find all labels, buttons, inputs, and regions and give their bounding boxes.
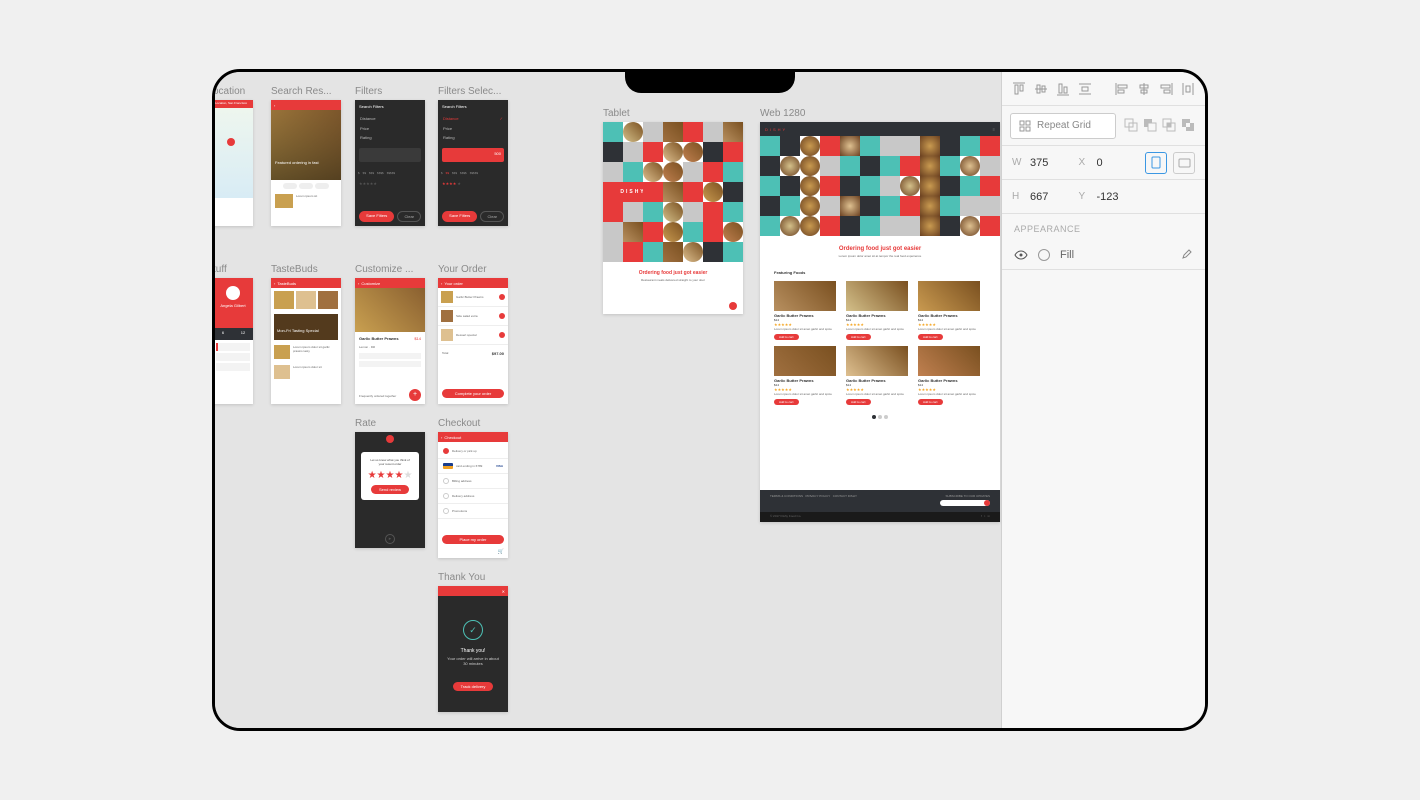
star-rating[interactable]: ★★★★★ xyxy=(367,470,413,481)
distribute-h-icon[interactable] xyxy=(1179,80,1197,98)
send-review-button[interactable]: Send review xyxy=(371,485,409,494)
artboard-label[interactable]: Filters Selec... xyxy=(438,86,508,97)
artboard-label[interactable]: Rate xyxy=(355,418,425,429)
eyedropper-icon[interactable] xyxy=(1179,248,1193,262)
align-left-icon[interactable] xyxy=(1113,80,1131,98)
design-canvas[interactable]: ocation Location, San Francisco Search R… xyxy=(215,72,1001,728)
align-bottom-icon[interactable] xyxy=(1054,80,1072,98)
artboard-label[interactable]: Tablet xyxy=(603,108,743,119)
check-icon: ✓ xyxy=(463,620,483,640)
category-pills xyxy=(271,180,341,192)
properties-panel: Repeat Grid W X H Y xyxy=(1001,72,1205,728)
artboard-label[interactable]: ocation xyxy=(215,86,253,97)
fab-icon[interactable] xyxy=(729,302,737,310)
track-delivery-button[interactable]: Track delivery xyxy=(453,682,494,691)
header-bar: ‹ xyxy=(271,100,341,110)
artboard-search-results[interactable]: Search Res... ‹ Featured ordering in fas… xyxy=(271,86,341,226)
clear-button[interactable]: Clear xyxy=(397,211,421,222)
portrait-toggle[interactable] xyxy=(1145,152,1167,174)
visibility-icon[interactable] xyxy=(1014,250,1028,260)
align-top-icon[interactable] xyxy=(1010,80,1028,98)
boolean-intersect-icon[interactable] xyxy=(1162,118,1178,134)
fill-radio[interactable] xyxy=(1038,249,1050,261)
location-bar: Location, San Francisco xyxy=(215,100,253,108)
height-input[interactable] xyxy=(1030,191,1073,203)
clear-button[interactable]: Clear xyxy=(480,211,504,222)
artboard-tablet[interactable]: Tablet DISHY Ordering food just got easi… xyxy=(603,108,743,314)
y-input[interactable] xyxy=(1097,191,1140,203)
artboard-tastebuds[interactable]: TasteBuds ‹TasteBuds Mon-Fri Tasting Spe… xyxy=(271,264,341,404)
artboard-customize[interactable]: Customize ... ‹Customize Garlic Butter P… xyxy=(355,264,425,404)
x-input[interactable] xyxy=(1097,157,1140,169)
place-order-button[interactable]: Place my order xyxy=(442,535,504,544)
artboard-location[interactable]: ocation Location, San Francisco xyxy=(215,86,253,226)
artboard-label[interactable]: Thank You xyxy=(438,572,508,583)
artboard-checkout[interactable]: Checkout ‹Checkout Delivery or pick upca… xyxy=(438,418,508,558)
grid-icon xyxy=(1019,120,1031,132)
x-label: X xyxy=(1079,157,1091,168)
artboard-label[interactable]: tuff xyxy=(215,264,253,275)
width-input[interactable] xyxy=(1030,157,1073,169)
hero-image: Featured ordering in fast xyxy=(271,110,341,180)
add-button[interactable]: + xyxy=(409,389,421,401)
artboard-label[interactable]: TasteBuds xyxy=(271,264,341,275)
artboard-label[interactable]: Search Res... xyxy=(271,86,341,97)
repeat-grid-button[interactable]: Repeat Grid xyxy=(1010,113,1116,139)
width-label: W xyxy=(1012,157,1024,168)
boolean-add-icon[interactable] xyxy=(1124,118,1140,134)
align-vcenter-icon[interactable] xyxy=(1032,80,1050,98)
distribute-v-icon[interactable] xyxy=(1076,80,1094,98)
artboard-stuff[interactable]: tuff Angela Gilbert 6 12 xyxy=(215,264,253,404)
artboard-label[interactable]: Checkout xyxy=(438,418,508,429)
y-label: Y xyxy=(1079,191,1091,202)
complete-order-button[interactable]: Complete your order xyxy=(442,389,504,398)
dish-image xyxy=(355,288,425,332)
artboard-label[interactable]: Web 1280 xyxy=(760,108,1000,119)
align-right-icon[interactable] xyxy=(1157,80,1175,98)
artboard-thank-you[interactable]: Thank You ✕ ✓ Thank you! Your order will… xyxy=(438,572,508,712)
artboard-web-1280[interactable]: Web 1280 DISHY≡ Ordering food just got e… xyxy=(760,108,1000,522)
save-filters-button[interactable]: Save Filters xyxy=(359,211,394,222)
landscape-toggle[interactable] xyxy=(1173,152,1195,174)
map-preview xyxy=(215,108,253,198)
device-notch xyxy=(625,69,795,93)
artboard-label[interactable]: Customize ... xyxy=(355,264,425,275)
artboard-label[interactable]: Filters xyxy=(355,86,425,97)
artboard-your-order[interactable]: Your Order ‹Your order Garlic Butter Pra… xyxy=(438,264,508,404)
artboard-filters[interactable]: Filters Search Filters Distance Price Ra… xyxy=(355,86,425,226)
artboard-filters-selected[interactable]: Filters Selec... Search Filters Distance… xyxy=(438,86,508,226)
boolean-exclude-icon[interactable] xyxy=(1181,118,1197,134)
align-hcenter-icon[interactable] xyxy=(1135,80,1153,98)
save-filters-button[interactable]: Save Filters xyxy=(442,211,477,222)
artboard-rate[interactable]: Rate Let us know what you think of your … xyxy=(355,418,425,548)
boolean-subtract-icon[interactable] xyxy=(1143,118,1159,134)
fill-label: Fill xyxy=(1060,249,1074,261)
cart-icon[interactable]: 🛒 xyxy=(498,549,504,555)
result-row: Lorem ipsum sit xyxy=(271,192,341,222)
artboard-label[interactable]: Your Order xyxy=(438,264,508,275)
appearance-section-label: APPEARANCE xyxy=(1002,214,1205,240)
height-label: H xyxy=(1012,191,1024,202)
